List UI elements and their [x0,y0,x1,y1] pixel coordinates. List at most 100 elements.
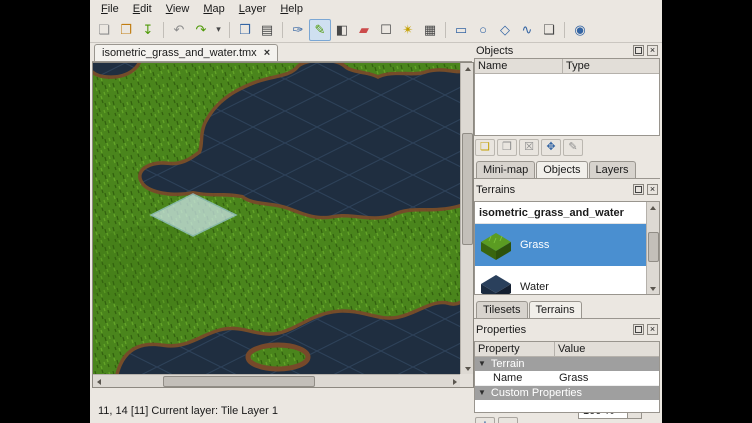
menu-help[interactable]: Help [273,2,310,16]
properties-panel-title: Properties [476,324,630,336]
float-panel-icon[interactable] [633,184,644,195]
scrollbar-corner [460,374,473,387]
objects-column-name[interactable]: Name [475,59,563,73]
map-horizontal-scrollbar[interactable] [93,374,460,387]
property-row-name[interactable]: Name Grass [475,371,659,386]
tab-tilesets[interactable]: Tilesets [476,301,528,318]
move-object-icon[interactable]: ✥ [541,139,561,156]
insert-tile-icon[interactable]: ❑ [538,19,560,41]
water-terrain-thumbnail [479,270,513,295]
objects-panel-titlebar: Objects × [474,43,660,58]
grass-terrain-thumbnail [479,228,513,262]
properties-panel-titlebar: Properties × [474,322,660,337]
toolbar-separator [163,22,164,38]
right-dock: Objects × Name Type ❏ ❒ ☒ ✥ ✎ Mini-map O… [474,43,660,423]
menubar: File Edit View Map Layer Help [90,0,662,17]
toolbar-separator [282,22,283,38]
grass-island [248,345,308,369]
same-tile-select-icon[interactable]: ▦ [419,19,441,41]
close-panel-icon[interactable]: × [647,45,658,56]
menu-file[interactable]: File [94,2,126,16]
objects-column-type[interactable]: Type [563,59,659,73]
terrains-list[interactable]: isometric_grass_and_water Grass Water [474,201,660,295]
property-value[interactable]: Grass [555,372,588,384]
redo-history-dropdown-icon[interactable]: ▾ [212,19,225,41]
tab-terrains[interactable]: Terrains [529,301,582,318]
add-property-button[interactable]: + [475,417,495,423]
scroll-right-icon[interactable] [449,376,460,387]
dock-tabs-bottom: Tilesets Terrains [474,299,660,319]
scroll-down-icon[interactable] [462,363,473,374]
tileset-name: isometric_grass_and_water [475,202,659,224]
scroll-down-icon[interactable] [647,283,658,294]
close-tab-icon[interactable]: × [264,47,270,59]
rectangular-select-icon[interactable]: ☐ [375,19,397,41]
value-column-header[interactable]: Value [555,342,659,356]
terrains-scroll-thumb[interactable] [648,232,659,262]
document-tab-label: isometric_grass_and_water.tmx [102,47,257,59]
document-tab[interactable]: isometric_grass_and_water.tmx × [94,44,278,61]
document-tabbar: isometric_grass_and_water.tmx × [92,43,472,62]
open-map-icon[interactable]: ❐ [115,19,137,41]
toggle-visibility-icon[interactable]: ◉ [569,19,591,41]
properties-table[interactable]: Property Value ▼ Terrain Name Grass ▼ Cu… [474,341,660,413]
group-label: Terrain [491,358,525,370]
eraser-icon[interactable]: ▰ [353,19,375,41]
duplicate-object-icon[interactable]: ❒ [497,139,517,156]
terrains-panel-title: Terrains [476,184,630,196]
terrain-label: Grass [520,239,549,251]
remove-object-icon[interactable]: ☒ [519,139,539,156]
collapse-icon[interactable]: ▼ [478,389,486,397]
main-toolbar: ❏ ❐ ↧ ↶ ↷ ▾ ❒ ▤ ✑ ✎ ◧ ▰ ☐ ✴ ▦ ▭ ○ ◇ ∿ ❑ … [90,17,662,43]
tiled-window: File Edit View Map Layer Help ❏ ❐ ↧ ↶ ↷ … [90,0,662,423]
insert-ellipse-icon[interactable]: ○ [472,19,494,41]
scroll-up-icon[interactable] [647,202,658,213]
add-object-icon[interactable]: ❏ [475,139,495,156]
toolbar-separator [564,22,565,38]
new-map-icon[interactable]: ❏ [93,19,115,41]
insert-polyline-icon[interactable]: ∿ [516,19,538,41]
save-map-icon[interactable]: ↧ [137,19,159,41]
close-panel-icon[interactable]: × [647,324,658,335]
menu-view[interactable]: View [159,2,197,16]
float-panel-icon[interactable] [633,45,644,56]
menu-edit[interactable]: Edit [126,2,159,16]
stamp-brush-icon[interactable]: ✑ [287,19,309,41]
object-properties-icon[interactable]: ✎ [563,139,583,156]
terrain-item-water[interactable]: Water [475,266,659,295]
remove-property-button[interactable]: − [498,417,518,423]
redo-icon[interactable]: ↷ [190,19,212,41]
property-group-terrain[interactable]: ▼ Terrain [475,357,659,371]
horizontal-scroll-thumb[interactable] [163,376,315,387]
tab-objects[interactable]: Objects [536,161,587,178]
property-group-custom[interactable]: ▼ Custom Properties [475,386,659,400]
terrains-scrollbar[interactable] [646,202,659,294]
terrain-brush-icon[interactable]: ✎ [309,19,331,41]
close-panel-icon[interactable]: × [647,184,658,195]
undo-icon[interactable]: ↶ [168,19,190,41]
magic-wand-icon[interactable]: ✴ [397,19,419,41]
terrain-item-grass[interactable]: Grass [475,224,659,266]
insert-polygon-icon[interactable]: ◇ [494,19,516,41]
map-vertical-scrollbar[interactable] [460,63,473,374]
objects-table[interactable]: Name Type [474,58,660,136]
menu-map[interactable]: Map [196,2,231,16]
properties-actions: + − [474,417,660,423]
vertical-scroll-thumb[interactable] [462,133,473,245]
scroll-left-icon[interactable] [93,376,104,387]
scroll-up-icon[interactable] [462,63,473,74]
toolbar-separator [229,22,230,38]
status-text: 11, 14 [11] Current layer: Tile Layer 1 [98,405,278,417]
property-column-header[interactable]: Property [475,342,555,356]
menu-layer[interactable]: Layer [232,2,274,16]
bucket-fill-icon[interactable]: ◧ [331,19,353,41]
insert-rectangle-icon[interactable]: ▭ [450,19,472,41]
map-canvas[interactable] [93,63,460,374]
copy-icon[interactable]: ❒ [234,19,256,41]
tab-layers[interactable]: Layers [589,161,636,178]
float-panel-icon[interactable] [633,324,644,335]
collapse-icon[interactable]: ▼ [478,360,486,368]
tab-mini-map[interactable]: Mini-map [476,161,535,178]
terrain-label: Water [520,281,549,293]
paste-icon[interactable]: ▤ [256,19,278,41]
